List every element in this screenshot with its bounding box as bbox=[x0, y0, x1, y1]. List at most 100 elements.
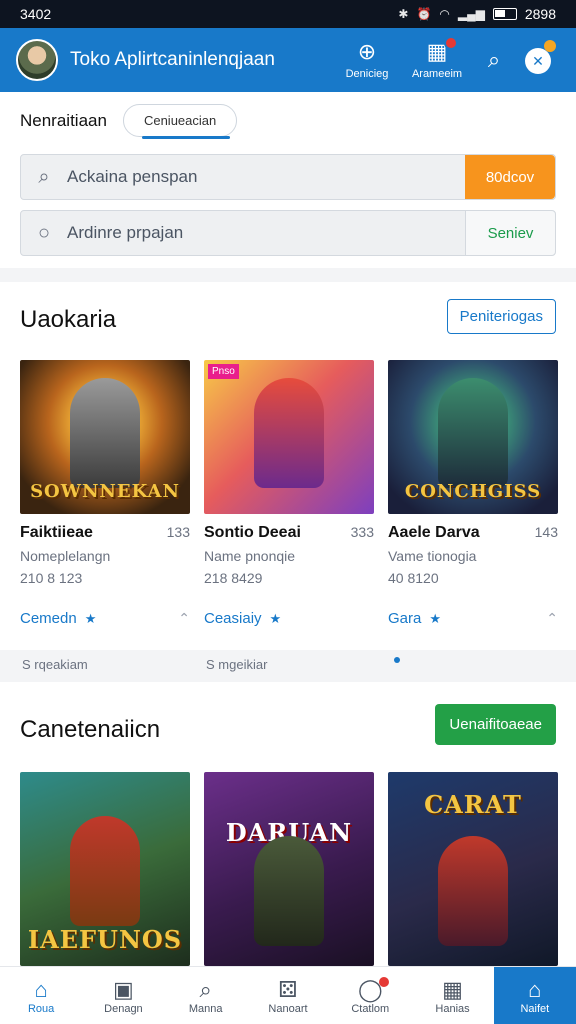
card-count: 133 bbox=[166, 524, 190, 540]
game-art: Pnso bbox=[204, 360, 374, 514]
nav-item-chat[interactable]: ◯ Ctatlom bbox=[329, 967, 411, 1024]
status-bar: 3402 ✱ ⏰ ◠ ▂▄▆ 2898 bbox=[0, 0, 576, 28]
footnote: S rqeakiam bbox=[22, 657, 88, 672]
search-icon: ⌕ bbox=[38, 165, 50, 188]
home-icon: ⌂ bbox=[34, 976, 48, 1002]
character-figure bbox=[438, 836, 508, 946]
card-meta: 210 8 123 bbox=[20, 570, 83, 586]
character-figure bbox=[438, 378, 508, 488]
profile-button[interactable]: ✕ bbox=[516, 39, 560, 75]
card-link[interactable]: Cemedn bbox=[20, 610, 77, 627]
nav-item-grid[interactable]: ▦ Hanias bbox=[411, 967, 493, 1024]
card-link[interactable]: Ceasiaiy bbox=[204, 610, 262, 627]
character-figure bbox=[70, 816, 140, 926]
chevron-up-icon[interactable]: ⌃ bbox=[546, 610, 558, 627]
nav-label: Manna bbox=[188, 1002, 223, 1015]
card-link-row: Gara ★ ⌃ bbox=[388, 610, 558, 627]
search-panel: Nenraitiaan Ceniueacian ⌕ Ackaina penspa… bbox=[0, 92, 576, 268]
star-icon: ★ bbox=[84, 611, 97, 626]
nav-label: Denagn bbox=[104, 1002, 143, 1015]
nav-item-store[interactable]: ⌂ Naifet bbox=[493, 967, 576, 1024]
nav-label: Nanoart bbox=[268, 1002, 308, 1015]
avatar[interactable] bbox=[16, 39, 58, 81]
card-title-row: Faiktiieae 133 bbox=[20, 524, 190, 542]
card-meta: 40 8120 bbox=[388, 570, 439, 586]
dice-icon: ⚄ bbox=[278, 976, 298, 1002]
game-card[interactable]: Pnso Sontio Deeai 333 Name pnonqie 218 8… bbox=[204, 360, 374, 627]
tab-primary[interactable]: Nenraitiaan bbox=[20, 111, 107, 131]
secondary-input[interactable]: Ardinre prpajan bbox=[67, 223, 465, 243]
search-field-secondary[interactable]: ○ Ardinre prpajan Seniev bbox=[20, 210, 556, 256]
profile-badge bbox=[544, 39, 556, 52]
alarm-icon: ⏰ bbox=[416, 7, 432, 21]
store-icon: ⌂ bbox=[528, 976, 542, 1002]
notification-badge bbox=[444, 36, 458, 50]
bottom-navigation: ⌂ Roua ▣ Denagn ⌕ Manna ⚄ Nanoart ◯ Ctat… bbox=[0, 966, 576, 1024]
section-action-button[interactable]: Uenaifitoaeae bbox=[435, 704, 556, 745]
search-field-primary[interactable]: ⌕ Ackaina penspan 80dcov bbox=[20, 154, 556, 200]
card-title-row: Sontio Deeai 333 bbox=[204, 524, 374, 542]
star-icon: ★ bbox=[429, 611, 442, 626]
game-card[interactable]: CONCHGISS Aaele Darva 143 Vame tionogia … bbox=[388, 360, 558, 627]
nav-label: Hanias bbox=[435, 1002, 470, 1015]
nav-label: Roua bbox=[27, 1002, 55, 1015]
nav-item-games[interactable]: ▣ Denagn bbox=[82, 967, 164, 1024]
card-link-row: Cemedn ★ ⌃ bbox=[20, 610, 190, 627]
wifi-icon: ◠ bbox=[439, 7, 450, 21]
signal-icon: ▂▄▆ bbox=[457, 7, 485, 21]
secondary-submit-button[interactable]: Seniev bbox=[465, 211, 555, 255]
nav-item-search[interactable]: ⌕ Manna bbox=[165, 967, 247, 1024]
search-icon: ⌕ bbox=[199, 976, 212, 1002]
nav-label: Ctatlom bbox=[351, 1002, 390, 1015]
game-art-title: SOWNNEKAN bbox=[30, 481, 180, 502]
status-time: 3402 bbox=[20, 6, 52, 22]
game-card[interactable]: DARUAN bbox=[204, 772, 374, 966]
nav-item-dice[interactable]: ⚄ Nanoart bbox=[247, 967, 329, 1024]
section-footnotes: S rqeakiam S mgeikiar bbox=[0, 650, 576, 682]
card-link-row: Ceasiaiy ★ bbox=[204, 610, 374, 627]
game-art-title: CONCHGISS bbox=[404, 481, 542, 502]
app-bar: Toko Aplirtcaninlenqjaan ⊕ Denicieg ▦ Ar… bbox=[0, 28, 576, 92]
chevron-up-icon[interactable]: ⌃ bbox=[178, 610, 190, 627]
game-art: DARUAN bbox=[204, 772, 374, 966]
card-title: Faiktiieae bbox=[20, 524, 93, 541]
game-card[interactable]: IAEFUNOS bbox=[20, 772, 190, 966]
game-art-title: CARAT bbox=[424, 790, 522, 819]
game-art: IAEFUNOS bbox=[20, 772, 190, 966]
card-count: 333 bbox=[350, 524, 374, 540]
search-button[interactable]: ⌕ bbox=[472, 47, 516, 73]
game-art: SOWNNEKAN bbox=[20, 360, 190, 514]
chat-badge bbox=[379, 977, 390, 987]
card-tag: Pnso bbox=[208, 364, 239, 379]
section-more-button[interactable]: Peniteriogas bbox=[446, 299, 556, 334]
appbar-action-label: Arameeim bbox=[411, 68, 463, 80]
section-popular: Canetenaiicn Uenaifitoaeae IAEFUNOS DARU… bbox=[0, 682, 576, 966]
section-title: Uaokaria bbox=[20, 306, 117, 333]
appbar-action-globe[interactable]: ⊕ Denicieg bbox=[332, 40, 402, 81]
card-title-row: Aaele Darva 143 bbox=[388, 524, 558, 542]
tab-secondary[interactable]: Ceniueacian bbox=[122, 104, 238, 139]
grid-icon: ▦ bbox=[442, 976, 463, 1002]
card-count: 143 bbox=[534, 524, 558, 540]
card-link[interactable]: Gara bbox=[388, 610, 421, 627]
battery-icon bbox=[492, 8, 517, 20]
tabs-row: Nenraitiaan Ceniueacian bbox=[0, 92, 576, 139]
section-featured: Uaokaria Peniteriogas SOWNNEKAN Faiktiie… bbox=[0, 282, 576, 650]
game-art: CONCHGISS bbox=[388, 360, 558, 514]
appbar-action-calendar[interactable]: ▦ Arameeim bbox=[402, 36, 472, 80]
section-title: Canetenaiicn bbox=[20, 716, 161, 743]
game-card[interactable]: SOWNNEKAN Faiktiieae 133 Nomeplelangn 21… bbox=[20, 360, 190, 627]
search-submit-button[interactable]: 80dcov bbox=[465, 155, 555, 199]
game-art: CARAT bbox=[388, 772, 558, 966]
nav-item-home[interactable]: ⌂ Roua bbox=[0, 967, 82, 1024]
gamepad-icon: ▣ bbox=[113, 976, 134, 1002]
card-subtitle: Name pnonqie bbox=[204, 548, 296, 564]
app-title: Toko Aplirtcaninlenqjaan bbox=[70, 49, 275, 70]
status-battery-text: 2898 bbox=[524, 6, 556, 22]
bluetooth-icon: ✱ bbox=[398, 7, 409, 21]
card-title: Aaele Darva bbox=[388, 524, 480, 541]
game-card[interactable]: CARAT bbox=[388, 772, 558, 966]
appbar-action-label: Denicieg bbox=[345, 68, 389, 80]
search-input[interactable]: Ackaina penspan bbox=[67, 167, 465, 187]
character-figure bbox=[254, 836, 324, 946]
